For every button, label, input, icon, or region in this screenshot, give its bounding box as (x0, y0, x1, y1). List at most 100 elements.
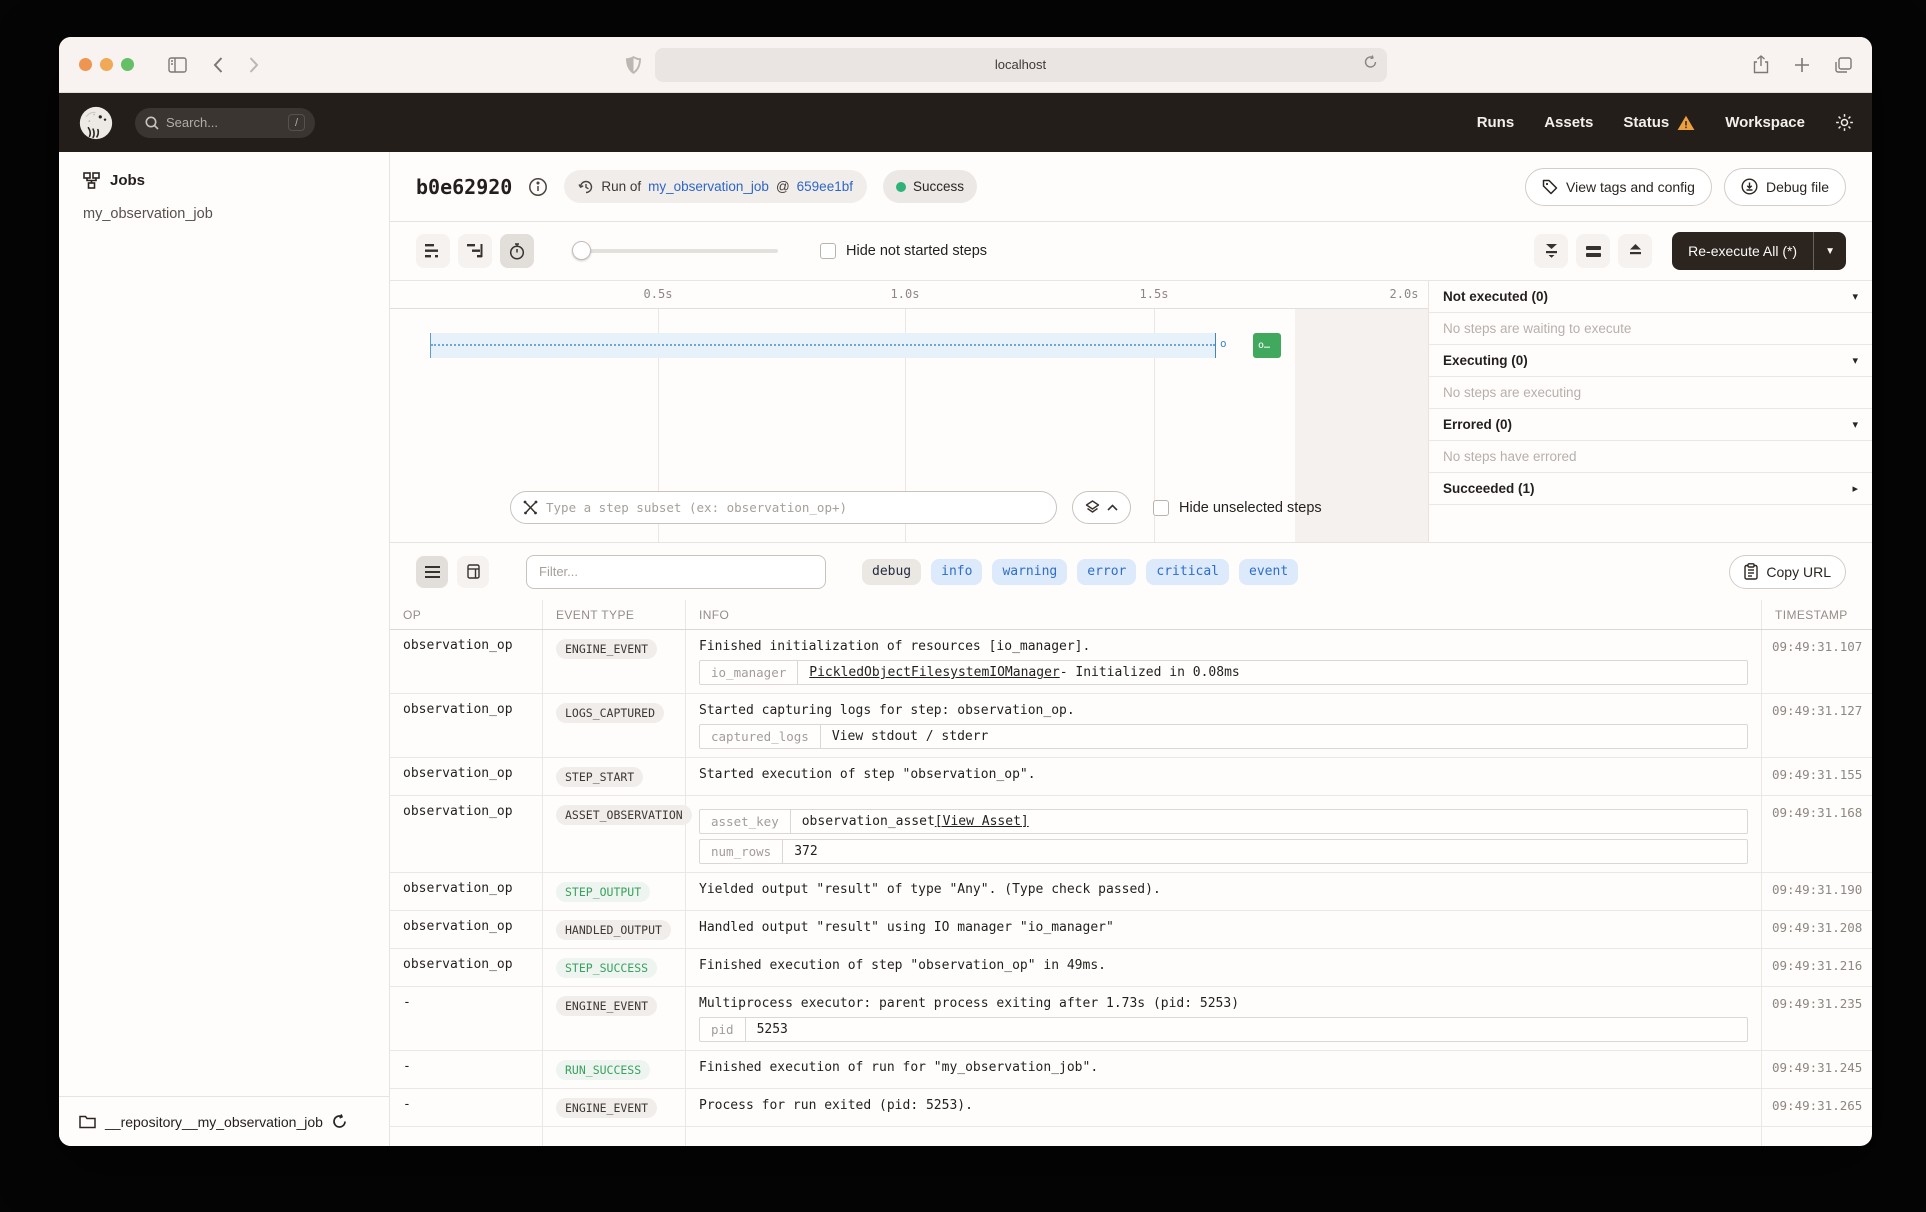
nav-item-runs[interactable]: Runs (1477, 114, 1515, 131)
step-subset-input[interactable] (546, 500, 1044, 515)
hide-unselected-checkbox[interactable] (1153, 500, 1169, 516)
event-type-pill: LOGS_CAPTURED (556, 703, 664, 723)
repository-name: __repository__my_observation_job (105, 1114, 323, 1130)
gantt-waiting-band (430, 333, 1216, 358)
nav-item-workspace[interactable]: Workspace (1725, 114, 1805, 131)
fit-view-button[interactable] (1576, 234, 1610, 268)
log-row-op: observation_op (390, 949, 543, 986)
job-link[interactable]: my_observation_job (648, 179, 769, 194)
reload-icon[interactable] (1364, 55, 1377, 74)
dagster-logo[interactable] (77, 104, 115, 142)
log-list-view-button[interactable] (416, 556, 448, 588)
graph-query-toggle-button[interactable] (1072, 491, 1131, 524)
privacy-shield-icon[interactable] (626, 56, 641, 74)
debug-file-button[interactable]: Debug file (1724, 168, 1846, 206)
log-table-row[interactable]: observation_opLOGS_CAPTUREDStarted captu… (390, 694, 1872, 758)
reexecute-all-button[interactable]: Re-execute All (*) (1672, 232, 1814, 270)
reload-repository-icon[interactable] (332, 1114, 347, 1129)
panel-section-errored[interactable]: Errored (0)▾ (1429, 409, 1872, 441)
metadata-suffix: - Initialized in 0.08ms (1060, 665, 1240, 680)
hide-not-started-checkbox[interactable] (820, 243, 836, 259)
share-icon[interactable] (1753, 55, 1769, 74)
search-placeholder: Search... (166, 115, 288, 130)
search-shortcut-badge: / (288, 114, 305, 131)
panel-section-executing[interactable]: Executing (0)▾ (1429, 345, 1872, 377)
new-tab-icon[interactable] (1795, 58, 1809, 72)
log-structured-view-button[interactable] (457, 556, 489, 588)
copy-url-label: Copy URL (1766, 564, 1831, 580)
log-table-row[interactable]: observation_opENGINE_EVENTFinished initi… (390, 630, 1872, 694)
timed-view-button[interactable] (500, 234, 534, 268)
settings-gear-icon[interactable] (1835, 113, 1854, 132)
log-table-row[interactable]: -ENGINE_EVENTProcess for run exited (pid… (390, 1089, 1872, 1127)
zoom-out-button[interactable] (1534, 234, 1568, 268)
log-message: Process for run exited (pid: 5253). (699, 1097, 1748, 1114)
log-level-chip-warning[interactable]: warning (992, 559, 1067, 585)
sidebar-toggle-icon[interactable] (168, 57, 187, 73)
zoom-slider-knob[interactable] (572, 241, 591, 260)
log-table-row[interactable]: observation_opSTEP_OUTPUTYielded output … (390, 873, 1872, 911)
reexecute-dropdown-caret[interactable]: ▼ (1814, 232, 1846, 270)
log-row-event-type: RUN_SUCCESS (543, 1051, 686, 1088)
view-tags-config-button[interactable]: View tags and config (1525, 168, 1712, 206)
log-filter-input[interactable] (539, 564, 813, 579)
log-row-info: Started capturing logs for step: observa… (686, 694, 1762, 757)
info-icon[interactable] (528, 177, 548, 197)
zoom-slider[interactable] (572, 249, 778, 253)
log-message: Multiprocess executor: parent process ex… (699, 995, 1748, 1012)
jobs-sidebar: Jobs my_observation_job __repository__my… (59, 152, 390, 1146)
metadata-link[interactable]: [View Asset] (935, 814, 1029, 829)
log-level-chip-debug[interactable]: debug (862, 559, 921, 585)
log-row-timestamp: 09:49:31.127 (1762, 694, 1872, 757)
log-row-timestamp: 09:49:31.216 (1762, 949, 1872, 986)
forward-button[interactable] (249, 57, 259, 73)
close-window-button[interactable] (79, 58, 92, 71)
tag-icon (1542, 179, 1558, 195)
metadata-key: asset_key (700, 810, 791, 833)
log-row-op: - (390, 987, 543, 1050)
log-level-chip-critical[interactable]: critical (1146, 559, 1229, 585)
gantt-step-bar[interactable]: o… (1253, 333, 1281, 358)
address-bar[interactable]: localhost (655, 48, 1387, 82)
nav-item-status[interactable]: Status (1623, 114, 1695, 131)
metadata-value: 5253 (746, 1018, 799, 1041)
metadata-value-text: 372 (794, 844, 817, 859)
log-row-event-type: ENGINE_EVENT (543, 1089, 686, 1126)
run-id: b0e62920 (416, 175, 512, 199)
log-level-chip-event[interactable]: event (1239, 559, 1298, 585)
zoom-in-button[interactable] (1618, 234, 1652, 268)
log-table-row[interactable]: observation_opSTEP_STARTStarted executio… (390, 758, 1872, 796)
log-table-row[interactable]: observation_opASSET_OBSERVATIONasset_key… (390, 796, 1872, 873)
repository-footer[interactable]: __repository__my_observation_job (59, 1096, 389, 1146)
commit-link[interactable]: 659ee1bf (797, 179, 853, 194)
metadata-link[interactable]: PickledObjectFilesystemIOManager (809, 665, 1059, 680)
global-search[interactable]: Search... / (135, 108, 315, 138)
copy-url-button[interactable]: Copy URL (1729, 555, 1846, 589)
app-header: Search... / Runs Assets Status Workspace (59, 93, 1872, 152)
waterfall-view-button[interactable] (458, 234, 492, 268)
reexecute-split-button: Re-execute All (*) ▼ (1672, 232, 1846, 270)
caret-down-icon: ▾ (1852, 418, 1858, 431)
log-row-info: Handled output "result" using IO manager… (686, 911, 1762, 948)
log-table-row[interactable]: -ENGINE_EVENTMultiprocess executor: pare… (390, 987, 1872, 1051)
panel-section-succeeded[interactable]: Succeeded (1)▸ (1429, 473, 1872, 505)
log-row-event-type: ENGINE_EVENT (543, 630, 686, 693)
log-table-row[interactable]: observation_opHANDLED_OUTPUTHandled outp… (390, 911, 1872, 949)
zoom-window-button[interactable] (121, 58, 134, 71)
panel-section-not[interactable]: Not executed (0)▾ (1429, 281, 1872, 313)
log-table-header: OP EVENT TYPE INFO TIMESTAMP (390, 600, 1872, 630)
event-type-pill: STEP_OUTPUT (556, 882, 650, 902)
log-row-op: observation_op (390, 630, 543, 693)
sidebar-item-my-observation-job[interactable]: my_observation_job (59, 189, 389, 222)
back-button[interactable] (213, 57, 223, 73)
metadata-value: 372 (783, 840, 828, 863)
log-level-chip-info[interactable]: info (931, 559, 982, 585)
top-nav: Runs Assets Status Workspace (1477, 114, 1805, 131)
log-level-chip-error[interactable]: error (1077, 559, 1136, 585)
log-table-row[interactable]: -RUN_SUCCESSFinished execution of run fo… (390, 1051, 1872, 1089)
flat-view-button[interactable] (416, 234, 450, 268)
log-table-row[interactable]: observation_opSTEP_SUCCESSFinished execu… (390, 949, 1872, 987)
tab-overview-icon[interactable] (1835, 57, 1852, 73)
nav-item-assets[interactable]: Assets (1544, 114, 1593, 131)
minimize-window-button[interactable] (100, 58, 113, 71)
